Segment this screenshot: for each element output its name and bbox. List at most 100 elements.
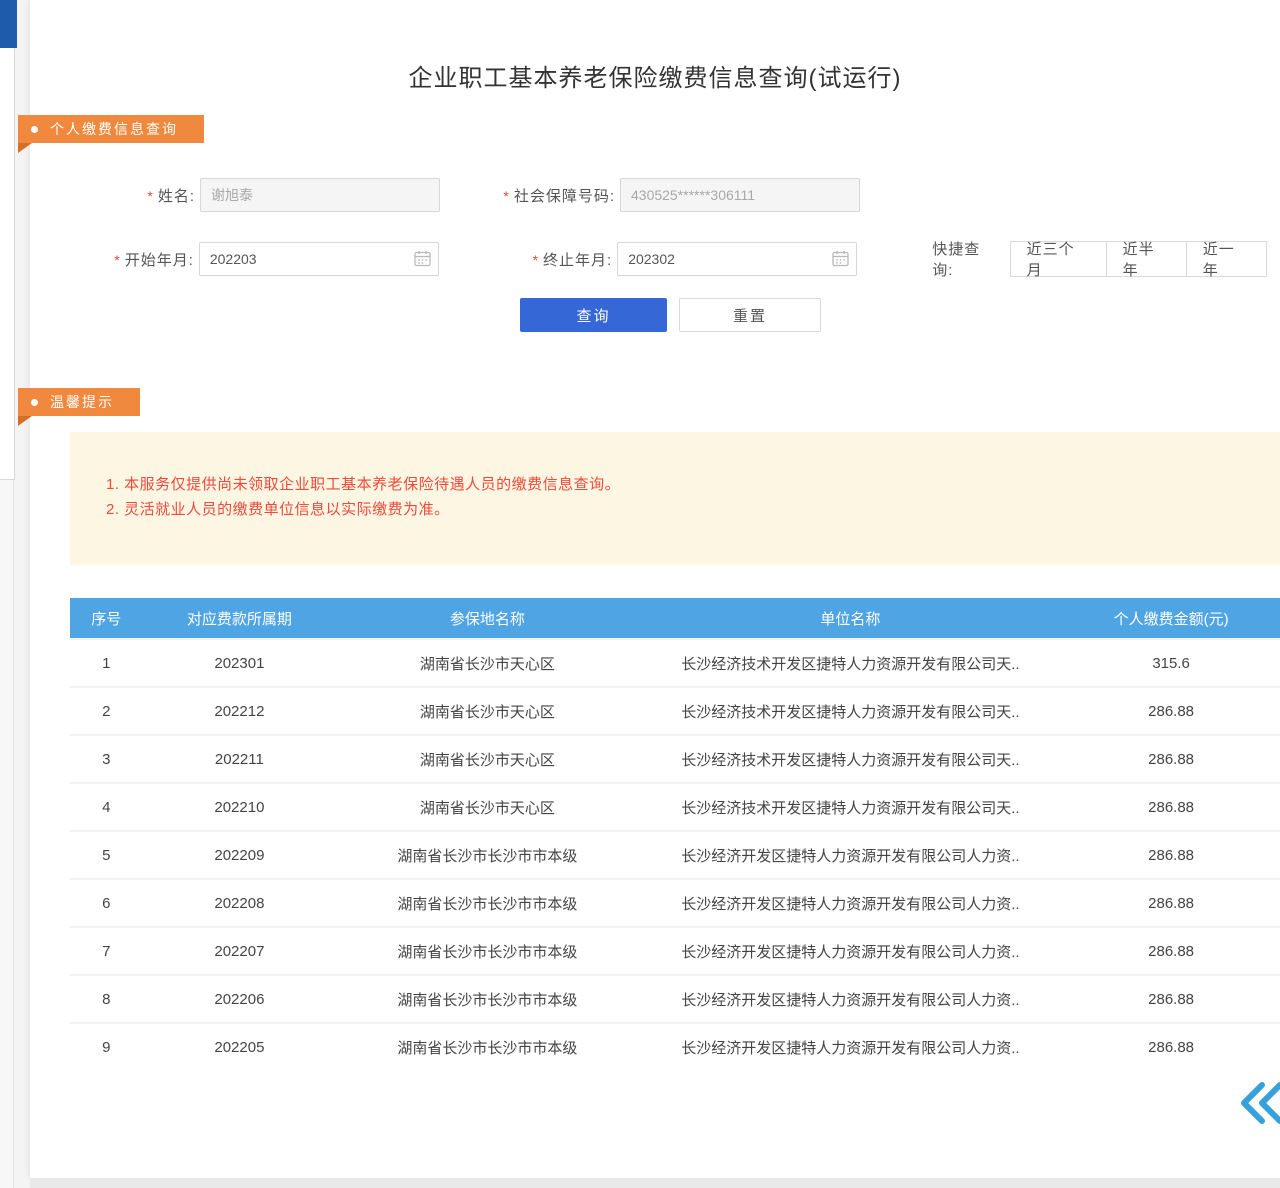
cell-amount: 315.6	[1062, 640, 1280, 686]
col-header-amount: 个人缴费金额(元)	[1062, 598, 1280, 638]
cell-company: 长沙经济开发区捷特人力资源开发有限公司人力资..	[639, 880, 1063, 926]
cell-seq: 4	[70, 784, 143, 830]
cell-place: 湖南省长沙市天心区	[336, 688, 639, 734]
cell-place: 湖南省长沙市长沙市市本级	[336, 880, 639, 926]
query-section-ribbon: 个人缴费信息查询	[18, 115, 204, 143]
table-row: 4 202210 湖南省长沙市天心区 长沙经济技术开发区捷特人力资源开发有限公司…	[70, 782, 1280, 830]
cell-company: 长沙经济开发区捷特人力资源开发有限公司人力资..	[639, 1024, 1063, 1070]
cell-amount: 286.88	[1062, 1024, 1280, 1070]
cell-period: 202211	[143, 736, 337, 782]
name-field	[200, 178, 440, 212]
cell-place: 湖南省长沙市长沙市市本级	[336, 832, 639, 878]
cell-amount: 286.88	[1062, 688, 1280, 734]
cell-period: 202206	[143, 976, 337, 1022]
cell-amount: 286.88	[1062, 928, 1280, 974]
ssn-label: *社会保障号码:	[455, 185, 615, 206]
quick-query-group: 近三个月 近半年 近一年	[1011, 241, 1267, 277]
cell-company: 长沙经济开发区捷特人力资源开发有限公司人力资..	[639, 976, 1063, 1022]
end-month-label: *终止年月:	[454, 249, 612, 270]
cell-seq: 3	[70, 736, 143, 782]
reset-button[interactable]: 重置	[679, 298, 821, 332]
cell-period: 202212	[143, 688, 337, 734]
cell-place: 湖南省长沙市长沙市市本级	[336, 928, 639, 974]
quick-half-year-button[interactable]: 近半年	[1106, 241, 1187, 277]
ssn-field	[620, 178, 860, 212]
tips-section-ribbon: 温馨提示	[18, 388, 140, 416]
query-button[interactable]: 查询	[520, 298, 667, 332]
cell-period: 202207	[143, 928, 337, 974]
tips-section-title: 温馨提示	[50, 392, 114, 412]
left-rail-top	[0, 0, 15, 480]
double-chevron-left-icon[interactable]	[1238, 1080, 1280, 1126]
calendar-icon[interactable]	[832, 250, 849, 272]
cell-amount: 286.88	[1062, 784, 1280, 830]
notice-line-2: 2. 灵活就业人员的缴费单位信息以实际缴费为准。	[106, 497, 1260, 522]
end-month-input[interactable]	[617, 242, 857, 276]
table-row: 7 202207 湖南省长沙市长沙市市本级 长沙经济开发区捷特人力资源开发有限公…	[70, 926, 1280, 974]
required-asterisk: *	[503, 188, 509, 204]
cell-period: 202205	[143, 1024, 337, 1070]
notice-box: 1. 本服务仅提供尚未领取企业职工基本养老保险待遇人员的缴费信息查询。 2. 灵…	[70, 432, 1280, 565]
table-row: 3 202211 湖南省长沙市天心区 长沙经济技术开发区捷特人力资源开发有限公司…	[70, 734, 1280, 782]
table-row: 9 202205 湖南省长沙市长沙市市本级 长沙经济开发区捷特人力资源开发有限公…	[70, 1022, 1280, 1070]
required-asterisk: *	[114, 252, 120, 268]
cell-period: 202210	[143, 784, 337, 830]
page-title: 企业职工基本养老保险缴费信息查询(试运行)	[30, 58, 1280, 93]
cell-place: 湖南省长沙市天心区	[336, 736, 639, 782]
name-ssn-row: *姓名: *社会保障号码:	[85, 178, 860, 212]
action-row: 查询 重置	[520, 298, 821, 332]
cell-place: 湖南省长沙市天心区	[336, 784, 639, 830]
col-header-period: 对应费款所属期	[143, 598, 337, 638]
bottom-strip	[30, 1178, 1280, 1188]
table-row: 5 202209 湖南省长沙市长沙市市本级 长沙经济开发区捷特人力资源开发有限公…	[70, 830, 1280, 878]
required-asterisk: *	[533, 252, 539, 268]
quick-query-label: 快捷查询:	[932, 238, 1000, 280]
table-row: 6 202208 湖南省长沙市长沙市市本级 长沙经济开发区捷特人力资源开发有限公…	[70, 878, 1280, 926]
cell-seq: 5	[70, 832, 143, 878]
quick-one-year-button[interactable]: 近一年	[1186, 241, 1267, 277]
quick-last-3-months-button[interactable]: 近三个月	[1010, 241, 1107, 277]
date-row: *开始年月: *终止年月: 快捷查询: 近三个月 近半年 近	[85, 238, 1267, 280]
cell-amount: 286.88	[1062, 880, 1280, 926]
table-row: 1 202301 湖南省长沙市天心区 长沙经济技术开发区捷特人力资源开发有限公司…	[70, 638, 1280, 686]
cell-amount: 286.88	[1062, 976, 1280, 1022]
bullet-dot-icon	[31, 399, 38, 406]
name-label: *姓名:	[85, 185, 195, 206]
cell-seq: 8	[70, 976, 143, 1022]
cell-company: 长沙经济技术开发区捷特人力资源开发有限公司天..	[639, 688, 1063, 734]
cell-company: 长沙经济技术开发区捷特人力资源开发有限公司天..	[639, 736, 1063, 782]
cell-period: 202301	[143, 640, 337, 686]
cell-place: 湖南省长沙市长沙市市本级	[336, 1024, 639, 1070]
cell-amount: 286.88	[1062, 736, 1280, 782]
payment-table: 序号 对应费款所属期 参保地名称 单位名称 个人缴费金额(元) 1 202301…	[70, 598, 1280, 1070]
cell-company: 长沙经济技术开发区捷特人力资源开发有限公司天..	[639, 784, 1063, 830]
cell-seq: 9	[70, 1024, 143, 1070]
cell-company: 长沙经济开发区捷特人力资源开发有限公司人力资..	[639, 928, 1063, 974]
required-asterisk: *	[147, 188, 153, 204]
sidebar-collapsed-tab[interactable]	[0, 0, 17, 48]
cell-seq: 2	[70, 688, 143, 734]
query-section-title: 个人缴费信息查询	[50, 119, 178, 139]
main-panel: 企业职工基本养老保险缴费信息查询(试运行) *姓名: *社会保障号码: *开始年…	[30, 0, 1280, 1178]
cell-amount: 286.88	[1062, 832, 1280, 878]
col-header-company: 单位名称	[639, 598, 1063, 638]
page-root: 企业职工基本养老保险缴费信息查询(试运行) *姓名: *社会保障号码: *开始年…	[0, 0, 1280, 1188]
col-header-place: 参保地名称	[336, 598, 639, 638]
cell-period: 202208	[143, 880, 337, 926]
cell-period: 202209	[143, 832, 337, 878]
notice-line-1: 1. 本服务仅提供尚未领取企业职工基本养老保险待遇人员的缴费信息查询。	[106, 472, 1260, 497]
cell-seq: 6	[70, 880, 143, 926]
cell-company: 长沙经济开发区捷特人力资源开发有限公司人力资..	[639, 832, 1063, 878]
cell-place: 湖南省长沙市长沙市市本级	[336, 976, 639, 1022]
cell-company: 长沙经济技术开发区捷特人力资源开发有限公司天..	[639, 640, 1063, 686]
bullet-dot-icon	[31, 126, 38, 133]
start-month-input[interactable]	[199, 242, 439, 276]
table-row: 8 202206 湖南省长沙市长沙市市本级 长沙经济开发区捷特人力资源开发有限公…	[70, 974, 1280, 1022]
cell-place: 湖南省长沙市天心区	[336, 640, 639, 686]
table-row: 2 202212 湖南省长沙市天心区 长沙经济技术开发区捷特人力资源开发有限公司…	[70, 686, 1280, 734]
table-header-row: 序号 对应费款所属期 参保地名称 单位名称 个人缴费金额(元)	[70, 598, 1280, 638]
start-month-label: *开始年月:	[85, 249, 194, 270]
cell-seq: 1	[70, 640, 143, 686]
calendar-icon[interactable]	[414, 250, 431, 272]
cell-seq: 7	[70, 928, 143, 974]
